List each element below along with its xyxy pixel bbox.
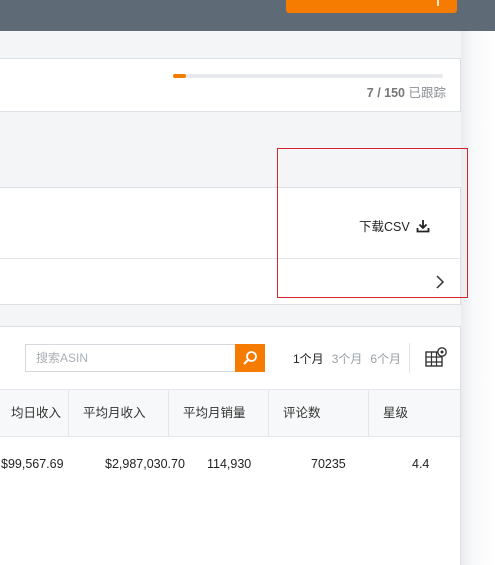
table-cell: 114,930 — [207, 457, 252, 471]
table-row[interactable]: $99,567.69 $2,987,030.70 114,930 70235 4… — [0, 457, 460, 483]
range-tabs: 1个月 3个月 6个月 — [293, 350, 401, 367]
export-card-divider — [0, 258, 460, 259]
column-header[interactable]: 星级 — [369, 390, 469, 436]
download-icon — [416, 219, 430, 232]
tab-6-months[interactable]: 6个月 — [370, 350, 401, 367]
search-button[interactable] — [235, 344, 265, 372]
tab-3-months[interactable]: 3个月 — [332, 350, 363, 367]
asin-search-input[interactable] — [25, 344, 235, 372]
top-bar — [0, 0, 495, 31]
download-csv-label: 下载CSV — [359, 220, 410, 234]
tracking-count-text: 7 / 150 已跟踪 — [367, 82, 446, 101]
top-action-button[interactable] — [286, 0, 457, 13]
page-right-gutter — [461, 31, 495, 565]
table-cell: $2,987,030.70 — [105, 457, 185, 471]
search-icon — [243, 351, 257, 365]
tracking-progress-bar — [173, 74, 443, 78]
download-csv-button[interactable]: 下载CSV — [359, 216, 430, 235]
table-cell: 70235 — [311, 457, 346, 471]
asin-search — [25, 344, 265, 372]
table-cell: $99,567.69 — [1, 457, 64, 471]
product-table-card: 1个月 3个月 6个月 均日收入 平均月收入 平均月销量 评论数 星级 $99,… — [0, 326, 461, 565]
export-card: 下载CSV — [0, 187, 461, 305]
chevron-right-icon[interactable] — [435, 274, 445, 290]
tracking-card: 7 / 150 已跟踪 — [0, 58, 461, 112]
column-header[interactable]: 均日收入 — [0, 390, 69, 436]
column-settings-icon[interactable] — [424, 346, 448, 368]
column-header[interactable]: 评论数 — [269, 390, 369, 436]
column-header[interactable]: 平均月收入 — [69, 390, 169, 436]
tracking-progress-fill — [173, 74, 186, 78]
tracking-count: 7 / 150 — [366, 86, 405, 100]
table-header: 均日收入 平均月收入 平均月销量 评论数 星级 — [0, 389, 460, 437]
tracking-suffix: 已跟踪 — [408, 86, 446, 100]
button-glyph — [437, 0, 439, 6]
table-cell: 4.4 — [412, 457, 430, 471]
toolbar-separator — [409, 343, 410, 373]
column-header[interactable]: 平均月销量 — [169, 390, 269, 436]
tab-1-month[interactable]: 1个月 — [293, 350, 324, 367]
